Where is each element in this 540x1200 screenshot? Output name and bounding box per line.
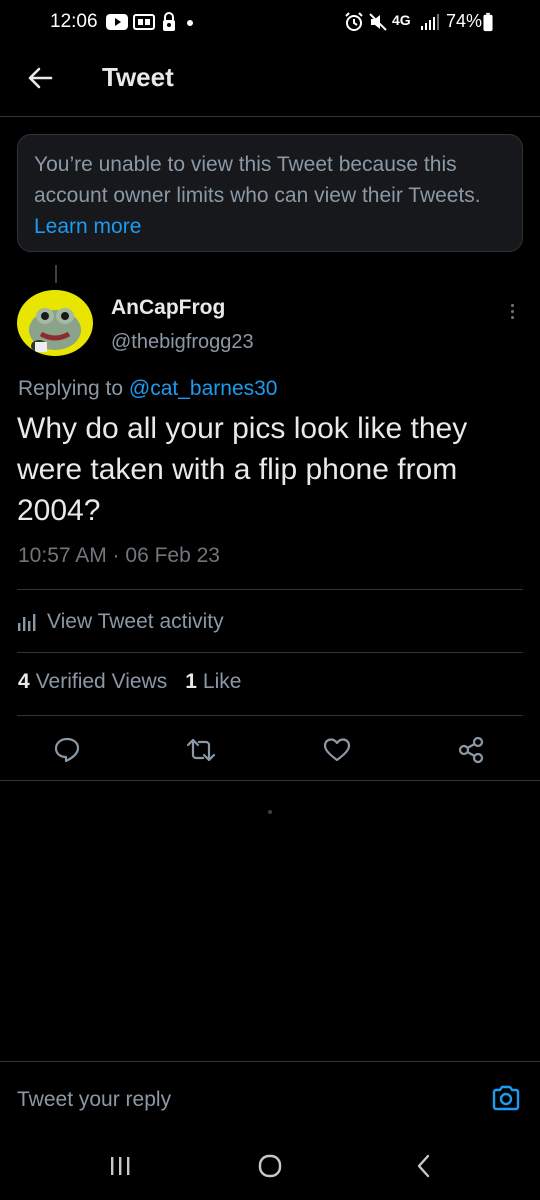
restricted-tweet-notice: You’re unable to view this Tweet because… bbox=[17, 134, 523, 252]
learn-more-link[interactable]: Learn more bbox=[34, 215, 141, 238]
recent-apps-button[interactable] bbox=[90, 1144, 150, 1188]
tweet-timestamp[interactable]: 10:57 AM · 06 Feb 23 bbox=[18, 544, 220, 568]
mute-icon bbox=[369, 13, 387, 31]
view-tweet-activity-link[interactable]: View Tweet activity bbox=[17, 606, 224, 638]
divider bbox=[17, 589, 523, 590]
more-options-button[interactable] bbox=[498, 298, 526, 324]
youtube-icon bbox=[106, 14, 128, 30]
likes-stat[interactable]: 1 Like bbox=[185, 670, 241, 694]
verified-views-stat[interactable]: 4 Verified Views bbox=[18, 670, 167, 694]
verified-views-count: 4 bbox=[18, 670, 30, 693]
back-icon bbox=[417, 1154, 430, 1178]
home-button[interactable] bbox=[240, 1144, 300, 1188]
author-name[interactable]: AnCapFrog bbox=[111, 296, 225, 320]
replying-to-handle[interactable]: @cat_barnes30 bbox=[129, 377, 278, 400]
dot-icon bbox=[187, 20, 193, 26]
like-icon bbox=[323, 738, 351, 762]
share-button[interactable] bbox=[454, 733, 488, 767]
reply-input[interactable] bbox=[17, 1080, 457, 1120]
retweet-icon bbox=[186, 738, 216, 762]
verified-views-label: Verified Views bbox=[35, 670, 168, 693]
loading-dot bbox=[268, 810, 272, 814]
tweet-stats: 4 Verified Views 1 Like bbox=[18, 670, 241, 694]
status-time: 12:06 bbox=[50, 11, 98, 32]
like-button[interactable] bbox=[320, 733, 354, 767]
activity-label: View Tweet activity bbox=[47, 610, 224, 633]
home-icon bbox=[258, 1154, 282, 1178]
likes-count: 1 bbox=[185, 670, 197, 693]
activity-bars-icon bbox=[18, 614, 36, 631]
actions-divider bbox=[0, 780, 540, 781]
signal-icon bbox=[421, 14, 439, 30]
replying-to-label: Replying to bbox=[18, 377, 124, 400]
reply-context: Replying to @cat_barnes30 bbox=[18, 377, 278, 401]
more-dot bbox=[510, 303, 514, 307]
arrow-left-icon bbox=[28, 67, 53, 89]
composer-divider bbox=[0, 1061, 540, 1062]
system-back-button[interactable] bbox=[394, 1144, 454, 1188]
status-bar: 12:06 4G 74% bbox=[0, 0, 540, 46]
back-button[interactable] bbox=[18, 58, 62, 98]
avatar[interactable] bbox=[17, 290, 93, 356]
network-icon: 4G bbox=[392, 12, 411, 28]
notice-text: You’re unable to view this Tweet because… bbox=[34, 153, 481, 207]
battery-percent: 74% bbox=[446, 11, 483, 31]
camera-button[interactable] bbox=[490, 1082, 522, 1114]
share-icon bbox=[458, 736, 484, 764]
screen-share-icon bbox=[133, 14, 155, 30]
reply-button[interactable] bbox=[50, 733, 84, 767]
battery-icon bbox=[483, 12, 493, 32]
tweet-text: Why do all your pics look like they were… bbox=[17, 412, 468, 527]
header-divider bbox=[0, 116, 540, 117]
recent-apps-icon bbox=[111, 1157, 130, 1175]
retweet-button[interactable] bbox=[184, 733, 218, 767]
page-title: Tweet bbox=[102, 62, 174, 92]
camera-icon bbox=[492, 1085, 520, 1111]
likes-label: Like bbox=[202, 670, 242, 693]
divider bbox=[17, 715, 523, 716]
reply-icon bbox=[54, 737, 80, 763]
more-dot bbox=[510, 315, 514, 319]
frog-avatar-icon bbox=[17, 290, 93, 356]
notice-text-block: You’re unable to view this Tweet because… bbox=[34, 149, 504, 242]
alarm-icon bbox=[345, 12, 363, 31]
lock-icon bbox=[163, 12, 175, 31]
author-handle[interactable]: @thebigfrogg23 bbox=[111, 331, 254, 354]
more-dot bbox=[510, 309, 514, 313]
thread-line bbox=[55, 265, 57, 283]
divider bbox=[17, 652, 523, 653]
